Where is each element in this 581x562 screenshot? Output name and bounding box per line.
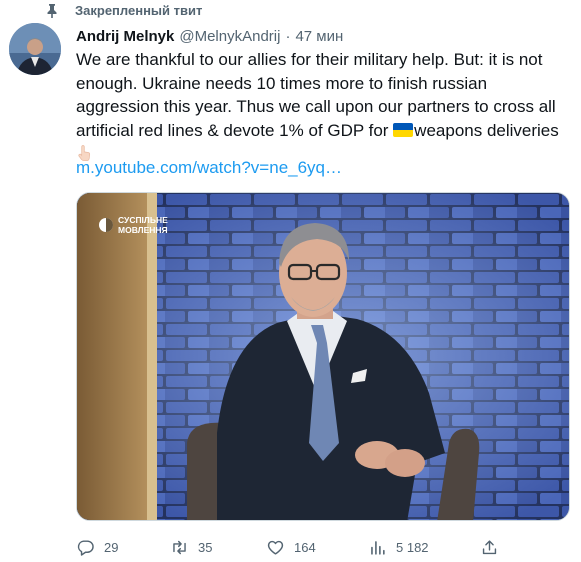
like-icon: [267, 540, 284, 555]
reply-button[interactable]: 29: [76, 536, 118, 558]
author-name[interactable]: Andrij Melnyk: [76, 28, 174, 45]
avatar[interactable]: [9, 23, 61, 75]
tweet-media-image[interactable]: СУСПІЛЬНЕ МОВЛЕННЯ: [76, 192, 570, 521]
like-count: 164: [294, 539, 316, 555]
share-button[interactable]: [480, 536, 499, 558]
pinned-label: Закрепленный твит: [75, 3, 203, 18]
reply-count: 29: [104, 539, 119, 555]
separator: ·: [285, 27, 291, 45]
ukraine-flag-icon: [393, 122, 414, 137]
retweet-icon: [173, 540, 186, 554]
retweet-button[interactable]: 35: [170, 536, 212, 558]
watermark-line2: МОВЛЕННЯ: [118, 225, 168, 235]
like-button[interactable]: 164: [266, 536, 316, 558]
tweet-text: We are thankful to our allies for their …: [76, 48, 571, 166]
tweet-time[interactable]: 47 мин: [295, 28, 343, 45]
views-icon: [371, 540, 385, 555]
author-handle[interactable]: @MelnykAndrij: [179, 28, 280, 45]
broadcaster-logo-icon: [99, 218, 113, 232]
reply-icon: [77, 539, 94, 556]
share-icon: [482, 539, 497, 554]
tweet-actions: 29 35 164 5 182: [76, 536, 506, 558]
broadcaster-watermark: СУСПІЛЬНЕ МОВЛЕННЯ: [99, 215, 168, 235]
tweet-header: Andrij Melnyk @MelnykAndrij · 47 мин: [76, 26, 343, 46]
retweet-count: 35: [198, 539, 213, 555]
watermark-line1: СУСПІЛЬНЕ: [118, 215, 168, 225]
views-count: 5 182: [396, 539, 429, 555]
tweet-text-part2: weapons deliveries: [414, 120, 559, 140]
youtube-link[interactable]: m.youtube.com/watch?v=ne_6yq…: [76, 158, 342, 178]
pin-icon: [47, 4, 57, 18]
views-button[interactable]: 5 182: [368, 536, 429, 558]
